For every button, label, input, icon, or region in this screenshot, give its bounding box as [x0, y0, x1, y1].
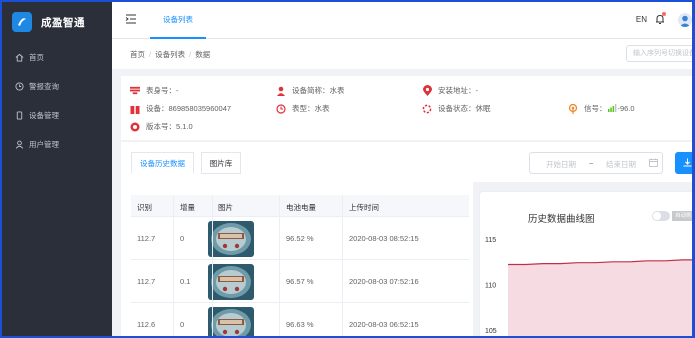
app-name: 成盈智通: [41, 16, 85, 29]
device-status: 设备状态：休眠: [422, 103, 491, 114]
meter-type: 表型：水表: [276, 103, 330, 114]
battery-cell: 96.57 %: [286, 277, 314, 286]
breadcrumb-separator: /: [149, 50, 152, 59]
column-header[interactable]: 识别: [137, 202, 152, 213]
battery-cell: 96.52 %: [286, 234, 314, 243]
increment-cell: 0: [180, 234, 185, 243]
breadcrumb-current: 数据: [195, 50, 211, 59]
meter-photo-thumbnail[interactable]: [208, 221, 254, 257]
breadcrumb-bar: 首页 / 设备列表 / 数据 输入序列号切换设备: [112, 39, 692, 69]
date-range-picker[interactable]: 开始日期 ~ 结束日期: [529, 152, 663, 174]
user-icon: [14, 139, 24, 149]
history-table: 识别 增量 图片 电池电量 上传时间 112.7 0 96.52 % 2020-…: [131, 195, 469, 336]
download-icon: [683, 158, 692, 167]
device-info-card: 表身号：- 设备简称：水表 安装地址：- 设备：869858035960047 …: [121, 76, 692, 140]
column-header[interactable]: 图片: [218, 202, 233, 213]
status-icon: [422, 104, 432, 114]
sidebar-item-label: 设备管理: [29, 110, 59, 120]
time-cell: 2020-08-03 07:52:16: [349, 277, 419, 286]
battery-cell: 96.63 %: [286, 320, 314, 329]
meter-photo-thumbnail[interactable]: [208, 264, 254, 300]
breadcrumb-device-list[interactable]: 设备列表: [155, 50, 185, 59]
history-chart-card: 历史数据曲线图 自动刷新 115110105: [479, 191, 692, 336]
table-row[interactable]: 112.7 0 96.52 % 2020-08-03 08:52:15: [131, 217, 469, 260]
menu-fold-icon[interactable]: [125, 13, 137, 25]
sidebar: 成盈智通 首页 警报查询 设备管理 用户管理: [2, 2, 112, 336]
history-chart: 115 110 105: [485, 237, 692, 336]
increment-cell: 0.1: [180, 277, 191, 286]
breadcrumb-home[interactable]: 首页: [130, 50, 145, 59]
version-icon: [130, 122, 140, 132]
reading-cell: 112.7: [137, 234, 156, 243]
meter-photo-thumbnail[interactable]: [208, 307, 254, 336]
y-tick-label: 105: [485, 328, 497, 335]
device-id: 设备：869858035960047: [130, 103, 231, 114]
sidebar-item-home[interactable]: 首页: [2, 43, 112, 71]
table-row[interactable]: 112.6 0 96.63 % 2020-08-03 06:52:15: [131, 303, 469, 336]
y-tick-label: 115: [485, 237, 496, 244]
time-cell: 2020-08-03 06:52:15: [349, 320, 419, 329]
time-cell: 2020-08-03 08:52:15: [349, 234, 419, 243]
logo: 成盈智通: [2, 2, 112, 42]
sidebar-item-alerts[interactable]: 警报查询: [2, 72, 112, 100]
end-date-input[interactable]: 结束日期: [606, 159, 636, 170]
install-address: 安装地址：-: [422, 85, 478, 96]
start-date-input[interactable]: 开始日期: [546, 159, 576, 170]
logo-icon: [12, 12, 32, 32]
calendar-icon: [649, 158, 658, 169]
sidebar-item-devices[interactable]: 设备管理: [2, 101, 112, 129]
clock-icon: [14, 81, 24, 91]
gift-icon: [130, 104, 140, 114]
avatar[interactable]: [678, 13, 692, 27]
notification-dot: [662, 12, 666, 16]
serial-search-input[interactable]: 输入序列号切换设备: [626, 45, 692, 62]
history-table-card: 识别 增量 图片 电池电量 上传时间 112.7 0 96.52 % 2020-…: [121, 182, 473, 336]
meter-number: 表身号：-: [130, 85, 179, 96]
top-bar: 设备列表 EN: [112, 2, 692, 39]
sidebar-item-users[interactable]: 用户管理: [2, 130, 112, 158]
signal-bars-icon: [607, 103, 617, 114]
clock-icon: [276, 103, 286, 114]
column-header[interactable]: 上传时间: [349, 202, 379, 213]
table-header: 识别 增量 图片 电池电量 上传时间: [131, 195, 469, 217]
breadcrumb-separator: /: [189, 50, 192, 59]
person-icon: [276, 86, 286, 96]
tabs-bar: 设备历史数据 图片库 开始日期 ~ 结束日期: [121, 142, 692, 182]
tab-gallery[interactable]: 图片库: [201, 152, 241, 174]
language-switch[interactable]: EN: [636, 15, 647, 24]
y-tick-label: 110: [485, 283, 496, 290]
increment-cell: 0: [180, 320, 185, 329]
meter-icon: [130, 86, 140, 96]
signal-tower-icon: [568, 103, 578, 114]
tab-device-list[interactable]: 设备列表: [150, 2, 206, 39]
home-icon: [14, 52, 24, 62]
date-separator: ~: [589, 159, 594, 168]
device-icon: [14, 110, 24, 120]
tab-history-data[interactable]: 设备历史数据: [131, 152, 194, 174]
reading-cell: 112.6: [137, 320, 156, 329]
device-short-name: 设备简称：水表: [276, 85, 345, 96]
signal: 信号： -96.0: [568, 103, 635, 114]
sidebar-item-label: 用户管理: [29, 139, 59, 149]
sidebar-item-label: 首页: [29, 52, 44, 62]
table-row[interactable]: 112.7 0.1 96.57 % 2020-08-03 07:52:16: [131, 260, 469, 303]
location-pin-icon: [422, 85, 432, 96]
column-header[interactable]: 电池电量: [286, 202, 316, 213]
breadcrumb: 首页 / 设备列表 / 数据: [130, 49, 210, 60]
app-window: 成盈智通 首页 警报查询 设备管理 用户管理 设备列表 EN 首页 / 设备列表…: [2, 2, 692, 336]
sidebar-item-label: 警报查询: [29, 81, 59, 91]
column-header[interactable]: 增量: [180, 202, 195, 213]
series-area: [508, 259, 692, 336]
firmware-version: 版本号：5.1.0: [130, 121, 193, 132]
reading-cell: 112.7: [137, 277, 156, 286]
export-button[interactable]: [675, 152, 692, 174]
